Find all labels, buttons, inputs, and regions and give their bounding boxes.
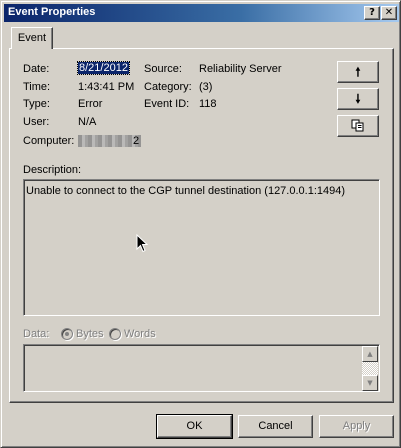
triangle-down-icon: ▼ [367, 379, 373, 387]
source-label: Source: [144, 63, 182, 75]
title-bar[interactable]: Event Properties ? ✕ [4, 4, 399, 22]
time-value: 1:43:41 PM [78, 81, 135, 93]
date-label: Date: [23, 63, 50, 75]
scroll-up-arrow[interactable]: ▲ [362, 346, 378, 362]
help-button[interactable]: ? [364, 6, 380, 20]
computer-value-redacted [78, 135, 141, 147]
close-button[interactable]: ✕ [381, 6, 397, 20]
event-id-value: 118 [199, 98, 217, 110]
category-label: Category: [144, 81, 192, 93]
ok-button[interactable]: OK [156, 414, 233, 439]
triangle-up-icon: ▲ [367, 350, 373, 358]
time-label: Time: [23, 81, 51, 93]
scroll-down-arrow[interactable]: ▼ [362, 375, 378, 391]
bytes-label: Bytes [76, 328, 104, 340]
next-event-button[interactable]: 🠗 [337, 88, 379, 110]
description-textbox[interactable]: Unable to connect to the CGP tunnel dest… [23, 179, 380, 316]
description-label: Description: [23, 164, 82, 176]
data-textbox[interactable]: ▲ ▼ [23, 344, 380, 392]
data-scrollbar[interactable]: ▲ ▼ [362, 346, 378, 391]
source-value: Reliability Server [199, 63, 282, 75]
previous-event-button[interactable]: 🠕 [337, 61, 379, 83]
computer-label: Computer: [23, 135, 75, 147]
description-text: Unable to connect to the CGP tunnel dest… [26, 185, 346, 197]
window-title: Event Properties [8, 6, 96, 18]
cancel-button[interactable]: Cancel [238, 415, 313, 438]
type-value: Error [78, 98, 103, 110]
event-id-label: Event ID: [144, 98, 190, 110]
tab-event[interactable]: Event [11, 27, 53, 49]
user-label: User: [23, 116, 50, 128]
words-label: Words [124, 328, 156, 340]
arrow-up-icon: 🠕 [355, 65, 361, 79]
words-radio[interactable] [109, 328, 121, 340]
tab-event-label: Event [17, 32, 47, 44]
type-label: Type: [23, 98, 50, 110]
event-properties-dialog: Event Properties ? ✕ Event Date: Time: T… [0, 0, 401, 448]
copy-icon [351, 119, 364, 132]
date-value[interactable]: 8/21/2012 [77, 61, 130, 75]
user-value: N/A [78, 116, 97, 128]
data-label: Data: [23, 328, 50, 340]
arrow-down-icon: 🠗 [355, 92, 361, 106]
computer-value: 2 [133, 135, 140, 147]
apply-button[interactable]: Apply [319, 415, 394, 438]
category-value: (3) [199, 81, 213, 93]
close-icon: ✕ [384, 7, 394, 18]
help-icon: ? [369, 7, 375, 18]
mouse-pointer-icon [136, 234, 149, 253]
copy-button[interactable] [337, 115, 379, 137]
bytes-radio[interactable] [61, 328, 73, 340]
